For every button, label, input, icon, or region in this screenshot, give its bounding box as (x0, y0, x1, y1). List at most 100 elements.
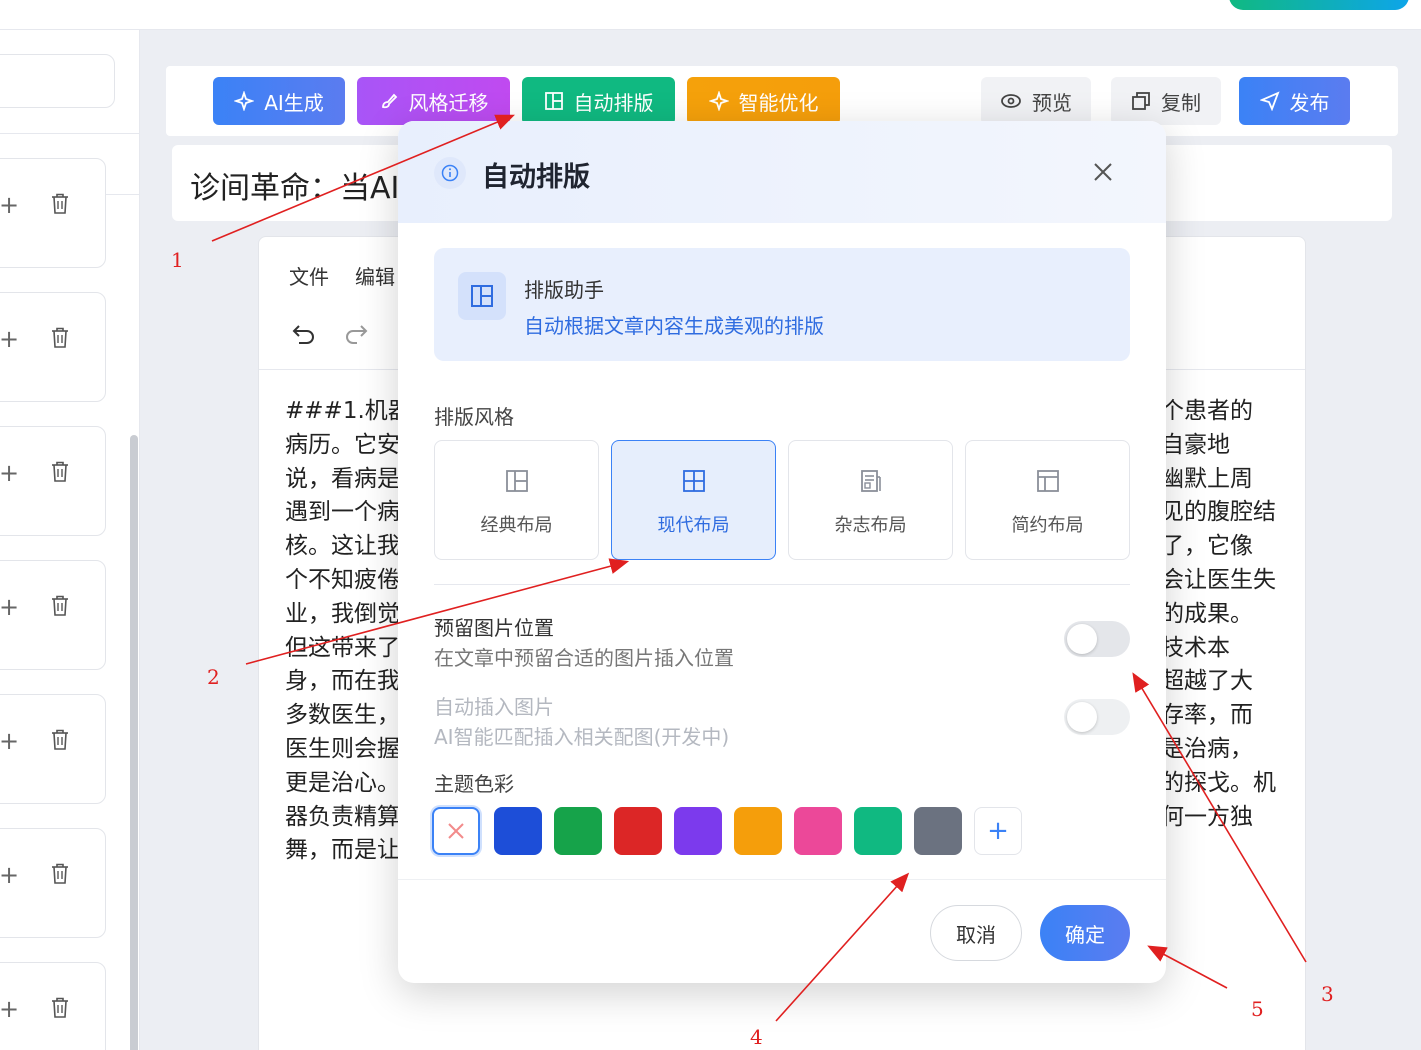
reserve-image-title: 预留图片位置 (434, 616, 554, 640)
theme-color-label: 主题色彩 (434, 772, 514, 796)
layout-option-label: 经典布局 (480, 515, 553, 536)
template-card[interactable]: + (0, 158, 106, 268)
preview-label: 预览 (1032, 90, 1072, 115)
send-icon (1259, 91, 1280, 111)
sparkle-icon (234, 91, 255, 111)
smart-optimize-button[interactable]: 智能优化 (687, 77, 840, 125)
layout-icon (458, 272, 506, 320)
add-icon[interactable]: + (0, 193, 19, 217)
style-transfer-button[interactable]: 风格迁移 (357, 77, 510, 125)
modern-layout-icon (683, 470, 705, 492)
redo-icon[interactable] (343, 319, 373, 349)
magazine-layout-icon (861, 470, 881, 492)
trash-icon[interactable] (51, 729, 69, 751)
layout-option[interactable]: 杂志布局 (788, 440, 953, 560)
assistant-description: 自动根据文章内容生成美观的排版 (524, 314, 824, 338)
layout-icon (544, 92, 563, 110)
auto-layout-label: 自动排版 (573, 90, 654, 115)
auto-layout-button[interactable]: 自动排版 (522, 77, 675, 125)
trash-icon[interactable] (51, 461, 69, 483)
divider (398, 879, 1166, 880)
add-icon[interactable]: + (0, 997, 19, 1021)
top-bar (0, 0, 1421, 30)
color-swatch[interactable] (494, 807, 542, 855)
ai-generate-button[interactable]: AI生成 (213, 77, 345, 125)
classic-layout-icon (506, 470, 528, 492)
trash-icon[interactable] (51, 327, 69, 349)
style-transfer-label: 风格迁移 (408, 90, 489, 115)
cancel-button[interactable]: 取消 (930, 905, 1022, 961)
template-card[interactable]: + (0, 426, 106, 536)
simple-layout-icon (1037, 470, 1059, 492)
color-swatch[interactable] (794, 807, 842, 855)
menu-edit[interactable]: 编辑 (355, 261, 395, 290)
template-card[interactable]: + (0, 694, 106, 804)
publish-label: 发布 (1289, 90, 1330, 115)
color-swatch-none[interactable] (432, 807, 480, 855)
template-card[interactable]: + (0, 560, 106, 670)
annotation-5: 5 (1251, 997, 1264, 1021)
auto-layout-dialog: 自动排版 排版助手 自动根据文章内容生成美观的排版 排版风格 经典布局 现代布局 杂… (398, 121, 1166, 983)
layout-assistant-card: 排版助手 自动根据文章内容生成美观的排版 (434, 248, 1130, 361)
brush-icon (381, 93, 397, 109)
preview-button[interactable]: 预览 (981, 77, 1091, 125)
template-card[interactable]: + (0, 962, 106, 1050)
article-body-left[interactable]: ###1.机器看 病历。它安 说，看病是 遇到一个病 核。这让我 个不知疲倦 业… (285, 395, 405, 868)
add-color-button[interactable]: + (974, 807, 1022, 855)
color-swatch[interactable] (554, 807, 602, 855)
trash-icon[interactable] (51, 997, 69, 1019)
color-swatch[interactable] (914, 807, 962, 855)
reserve-image-toggle[interactable] (1064, 621, 1130, 657)
add-icon[interactable]: + (0, 863, 19, 887)
undo-icon[interactable] (287, 319, 317, 349)
layout-style-label: 排版风格 (434, 405, 514, 429)
toggle-knob (1067, 624, 1097, 654)
layout-option[interactable]: 经典布局 (434, 440, 599, 560)
copy-icon (1132, 92, 1150, 110)
article-body-right[interactable]: 个患者的 自豪地 幽默上周 见的腹腔结 了，它像 会让医生失 的成果。 技术本 … (1161, 395, 1301, 834)
layout-option[interactable]: 简约布局 (965, 440, 1130, 560)
layout-option-label: 现代布局 (657, 515, 730, 536)
color-swatch[interactable] (614, 807, 662, 855)
template-card[interactable]: + (0, 292, 106, 402)
annotation-3: 3 (1321, 982, 1334, 1006)
confirm-button[interactable]: 确定 (1040, 905, 1130, 961)
auto-insert-title: 自动插入图片 (434, 695, 554, 719)
close-icon[interactable] (1088, 157, 1118, 187)
color-swatch[interactable] (734, 807, 782, 855)
article-title: 诊间革命：当AI (190, 171, 400, 206)
add-icon[interactable]: + (0, 729, 19, 753)
color-swatch[interactable] (674, 807, 722, 855)
trash-icon[interactable] (51, 193, 69, 215)
add-icon[interactable]: + (0, 461, 19, 485)
add-icon[interactable]: + (0, 595, 19, 619)
menu-file[interactable]: 文件 (289, 261, 329, 290)
assistant-title: 排版助手 (524, 278, 604, 302)
toggle-knob (1067, 702, 1097, 732)
sparkle-icon (708, 91, 729, 111)
copy-label: 复制 (1161, 90, 1201, 115)
eye-icon (1001, 94, 1021, 108)
publish-button[interactable]: 发布 (1239, 77, 1350, 125)
template-card[interactable]: + (0, 828, 106, 938)
reserve-image-desc: 在文章中预留合适的图片插入位置 (434, 646, 734, 670)
top-right-button[interactable] (1229, 0, 1409, 10)
info-icon (434, 157, 466, 189)
trash-icon[interactable] (51, 595, 69, 617)
sidebar-search-box[interactable] (0, 54, 115, 108)
trash-icon[interactable] (51, 863, 69, 885)
auto-insert-desc: AI智能匹配插入相关配图(开发中) (434, 725, 730, 749)
divider (0, 133, 140, 134)
dialog-title: 自动排版 (482, 162, 590, 193)
layout-option-label: 杂志布局 (834, 515, 907, 536)
add-icon[interactable]: + (0, 327, 19, 351)
editor-menubar: 文件 编辑 (289, 261, 395, 290)
auto-insert-toggle[interactable] (1064, 699, 1130, 735)
sidebar-scrollbar[interactable] (130, 435, 138, 1050)
copy-button[interactable]: 复制 (1111, 77, 1221, 125)
layout-option[interactable]: 现代布局 (611, 440, 776, 560)
plus-icon: + (987, 816, 1009, 846)
annotation-4: 4 (750, 1025, 763, 1049)
color-swatch[interactable] (854, 807, 902, 855)
divider (434, 584, 1130, 585)
